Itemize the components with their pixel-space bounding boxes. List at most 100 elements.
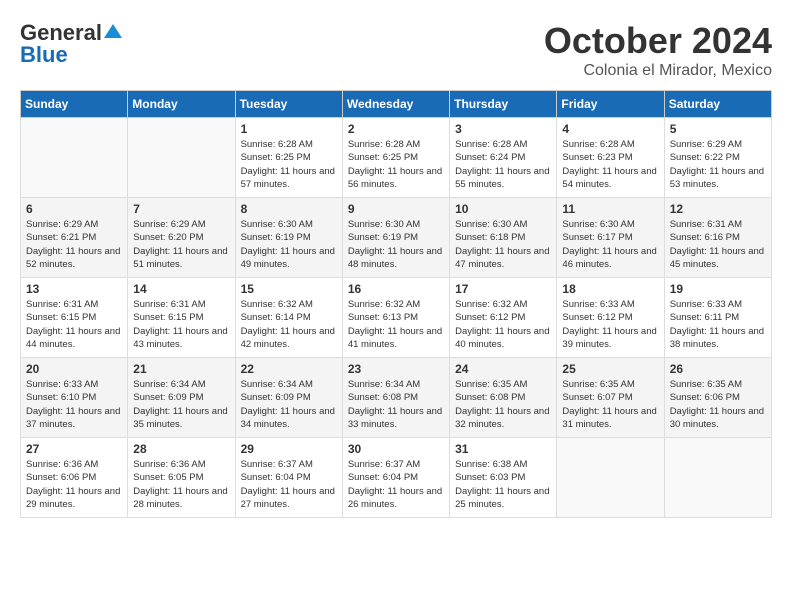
title-area: October 2024 Colonia el Mirador, Mexico (544, 20, 772, 80)
day-info: Sunrise: 6:28 AM Sunset: 6:25 PM Dayligh… (241, 138, 337, 191)
calendar-cell: 11 Sunrise: 6:30 AM Sunset: 6:17 PM Dayli… (557, 198, 664, 278)
day-number: 30 (348, 442, 444, 456)
day-number: 25 (562, 362, 658, 376)
logo: General Blue (20, 20, 122, 68)
location: Colonia el Mirador, Mexico (544, 62, 772, 80)
calendar-cell: 2 Sunrise: 6:28 AM Sunset: 6:25 PM Daylig… (342, 118, 449, 198)
calendar-week-row: 20 Sunrise: 6:33 AM Sunset: 6:10 PM Dayli… (21, 358, 772, 438)
page-header: General Blue October 2024 Colonia el Mir… (20, 20, 772, 80)
calendar-cell: 16Sunrise: 6:32 AM Sunset: 6:13 PM Dayli… (342, 278, 449, 358)
day-number: 7 (133, 202, 229, 216)
logo-blue: Blue (20, 42, 68, 68)
day-number: 26 (670, 362, 766, 376)
day-info: Sunrise: 6:34 AM Sunset: 6:08 PM Dayligh… (348, 378, 444, 431)
logo-icon (104, 22, 122, 40)
day-number: 14 (133, 282, 229, 296)
calendar-cell: 10 Sunrise: 6:30 AM Sunset: 6:18 PM Dayli… (450, 198, 557, 278)
day-number: 27 (26, 442, 122, 456)
day-info: Sunrise: 6:32 AM Sunset: 6:13 PM Dayligh… (348, 298, 444, 351)
day-number: 3 (455, 122, 551, 136)
calendar-week-row: 13 Sunrise: 6:31 AM Sunset: 6:15 PM Dayli… (21, 278, 772, 358)
day-number: 5 (670, 122, 766, 136)
day-number: 15 (241, 282, 337, 296)
month-title: October 2024 (544, 20, 772, 62)
calendar-cell: 20 Sunrise: 6:33 AM Sunset: 6:10 PM Dayli… (21, 358, 128, 438)
day-number: 23 (348, 362, 444, 376)
day-info: Sunrise: 6:29 AM Sunset: 6:20 PM Dayligh… (133, 218, 229, 271)
day-info: Sunrise: 6:30 AM Sunset: 6:19 PM Dayligh… (348, 218, 444, 271)
day-info: Sunrise: 6:29 AM Sunset: 6:22 PM Dayligh… (670, 138, 766, 191)
calendar-cell: 13 Sunrise: 6:31 AM Sunset: 6:15 PM Dayli… (21, 278, 128, 358)
day-info: Sunrise: 6:33 AM Sunset: 6:11 PM Dayligh… (670, 298, 766, 351)
calendar-body: 1 Sunrise: 6:28 AM Sunset: 6:25 PM Daylig… (21, 118, 772, 518)
day-info: Sunrise: 6:34 AM Sunset: 6:09 PM Dayligh… (241, 378, 337, 431)
weekday-header-cell: Wednesday (342, 91, 449, 118)
calendar-cell: 19 Sunrise: 6:33 AM Sunset: 6:11 PM Dayli… (664, 278, 771, 358)
day-info: Sunrise: 6:33 AM Sunset: 6:10 PM Dayligh… (26, 378, 122, 431)
day-number: 13 (26, 282, 122, 296)
day-number: 10 (455, 202, 551, 216)
day-number: 18 (562, 282, 658, 296)
weekday-header-cell: Monday (128, 91, 235, 118)
day-number: 9 (348, 202, 444, 216)
day-number: 20 (26, 362, 122, 376)
day-info: Sunrise: 6:31 AM Sunset: 6:15 PM Dayligh… (26, 298, 122, 351)
day-info: Sunrise: 6:28 AM Sunset: 6:23 PM Dayligh… (562, 138, 658, 191)
day-info: Sunrise: 6:38 AM Sunset: 6:03 PM Dayligh… (455, 458, 551, 511)
day-info: Sunrise: 6:37 AM Sunset: 6:04 PM Dayligh… (241, 458, 337, 511)
calendar-cell: 12 Sunrise: 6:31 AM Sunset: 6:16 PM Dayli… (664, 198, 771, 278)
day-info: Sunrise: 6:30 AM Sunset: 6:18 PM Dayligh… (455, 218, 551, 271)
calendar-cell: 8Sunrise: 6:30 AM Sunset: 6:19 PM Daylig… (235, 198, 342, 278)
calendar-cell: 6 Sunrise: 6:29 AM Sunset: 6:21 PM Daylig… (21, 198, 128, 278)
day-info: Sunrise: 6:31 AM Sunset: 6:16 PM Dayligh… (670, 218, 766, 271)
calendar-cell: 31Sunrise: 6:38 AM Sunset: 6:03 PM Dayli… (450, 438, 557, 518)
day-number: 4 (562, 122, 658, 136)
calendar-cell: 3 Sunrise: 6:28 AM Sunset: 6:24 PM Daylig… (450, 118, 557, 198)
day-number: 12 (670, 202, 766, 216)
day-info: Sunrise: 6:29 AM Sunset: 6:21 PM Dayligh… (26, 218, 122, 271)
calendar-cell: 26Sunrise: 6:35 AM Sunset: 6:06 PM Dayli… (664, 358, 771, 438)
calendar-week-row: 27 Sunrise: 6:36 AM Sunset: 6:06 PM Dayli… (21, 438, 772, 518)
weekday-header-cell: Sunday (21, 91, 128, 118)
calendar-cell: 24Sunrise: 6:35 AM Sunset: 6:08 PM Dayli… (450, 358, 557, 438)
day-number: 11 (562, 202, 658, 216)
weekday-header-cell: Tuesday (235, 91, 342, 118)
calendar-week-row: 6 Sunrise: 6:29 AM Sunset: 6:21 PM Daylig… (21, 198, 772, 278)
weekday-header-row: SundayMondayTuesdayWednesdayThursdayFrid… (21, 91, 772, 118)
calendar-cell (557, 438, 664, 518)
calendar-cell: 29 Sunrise: 6:37 AM Sunset: 6:04 PM Dayli… (235, 438, 342, 518)
calendar-cell: 27 Sunrise: 6:36 AM Sunset: 6:06 PM Dayli… (21, 438, 128, 518)
day-info: Sunrise: 6:30 AM Sunset: 6:17 PM Dayligh… (562, 218, 658, 271)
day-info: Sunrise: 6:31 AM Sunset: 6:15 PM Dayligh… (133, 298, 229, 351)
weekday-header-cell: Friday (557, 91, 664, 118)
day-number: 28 (133, 442, 229, 456)
day-info: Sunrise: 6:36 AM Sunset: 6:05 PM Dayligh… (133, 458, 229, 511)
calendar-cell: 15 Sunrise: 6:32 AM Sunset: 6:14 PM Dayli… (235, 278, 342, 358)
calendar-cell (664, 438, 771, 518)
day-info: Sunrise: 6:30 AM Sunset: 6:19 PM Dayligh… (241, 218, 337, 271)
calendar-week-row: 1 Sunrise: 6:28 AM Sunset: 6:25 PM Daylig… (21, 118, 772, 198)
calendar-cell: 23 Sunrise: 6:34 AM Sunset: 6:08 PM Dayli… (342, 358, 449, 438)
day-info: Sunrise: 6:28 AM Sunset: 6:25 PM Dayligh… (348, 138, 444, 191)
calendar-cell: 4 Sunrise: 6:28 AM Sunset: 6:23 PM Daylig… (557, 118, 664, 198)
calendar-cell: 1 Sunrise: 6:28 AM Sunset: 6:25 PM Daylig… (235, 118, 342, 198)
day-number: 19 (670, 282, 766, 296)
day-number: 22 (241, 362, 337, 376)
day-info: Sunrise: 6:36 AM Sunset: 6:06 PM Dayligh… (26, 458, 122, 511)
day-number: 2 (348, 122, 444, 136)
day-info: Sunrise: 6:32 AM Sunset: 6:14 PM Dayligh… (241, 298, 337, 351)
calendar-cell (128, 118, 235, 198)
day-info: Sunrise: 6:35 AM Sunset: 6:08 PM Dayligh… (455, 378, 551, 431)
weekday-header-cell: Saturday (664, 91, 771, 118)
day-info: Sunrise: 6:28 AM Sunset: 6:24 PM Dayligh… (455, 138, 551, 191)
calendar-cell: 28 Sunrise: 6:36 AM Sunset: 6:05 PM Dayli… (128, 438, 235, 518)
calendar-cell: 7 Sunrise: 6:29 AM Sunset: 6:20 PM Daylig… (128, 198, 235, 278)
day-info: Sunrise: 6:34 AM Sunset: 6:09 PM Dayligh… (133, 378, 229, 431)
day-number: 1 (241, 122, 337, 136)
day-info: Sunrise: 6:32 AM Sunset: 6:12 PM Dayligh… (455, 298, 551, 351)
calendar-table: SundayMondayTuesdayWednesdayThursdayFrid… (20, 90, 772, 518)
day-number: 6 (26, 202, 122, 216)
calendar-cell: 21Sunrise: 6:34 AM Sunset: 6:09 PM Dayli… (128, 358, 235, 438)
day-number: 29 (241, 442, 337, 456)
calendar-cell: 9 Sunrise: 6:30 AM Sunset: 6:19 PM Daylig… (342, 198, 449, 278)
